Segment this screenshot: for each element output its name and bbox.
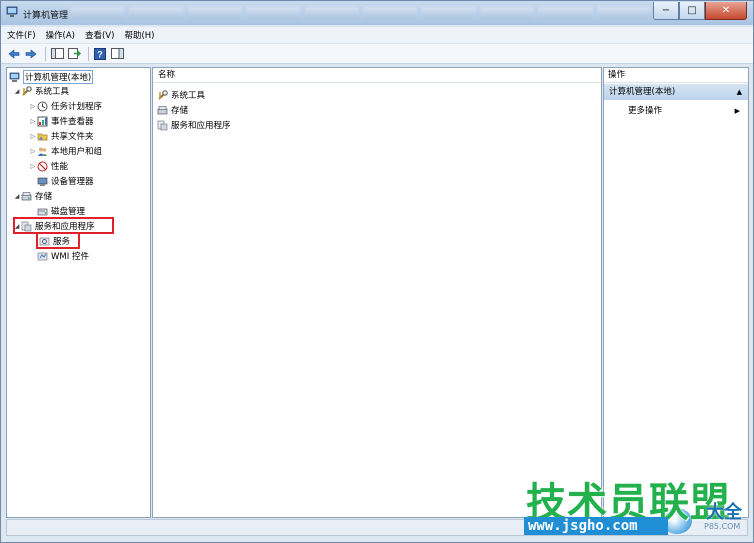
computer-management-app-icon	[6, 6, 18, 17]
shared-folder-icon	[37, 133, 48, 140]
users-icon	[38, 147, 47, 156]
back-arrow-icon[interactable]	[7, 47, 21, 61]
tree-item-label: 服务	[53, 237, 71, 247]
list-item-label: 存储	[171, 106, 189, 116]
forward-arrow-icon[interactable]	[24, 47, 38, 61]
expanded-arrow-icon[interactable]: ◢	[13, 193, 21, 200]
tree-item-label: 性能	[51, 162, 69, 172]
tree-item-label: WMI 控件	[51, 252, 89, 262]
tree-item-label: 任务计划程序	[51, 102, 103, 112]
event-viewer-icon	[37, 116, 48, 126]
window-title: 计算机管理	[23, 11, 69, 21]
list-item-label: 系统工具	[171, 91, 206, 101]
list-item-label: 服务和应用程序	[171, 121, 231, 131]
collapse-up-icon[interactable]: ▲	[737, 84, 742, 100]
tree-item-system-tools[interactable]: ◢ 系统工具	[13, 84, 69, 98]
show-hide-tree-icon[interactable]	[50, 47, 64, 61]
tree-item-label: 设备管理器	[51, 177, 94, 187]
performance-icon	[37, 161, 48, 171]
help-icon[interactable]: ?	[93, 47, 107, 61]
list-item[interactable]: 存储	[157, 103, 188, 117]
tree-item-root[interactable]: 计算机管理(本地)	[9, 70, 94, 84]
services-icon	[39, 237, 50, 245]
collapsed-arrow-icon[interactable]: ▷	[29, 103, 37, 110]
actions-section-label: 计算机管理(本地)	[609, 87, 676, 97]
more-actions-item[interactable]: 更多操作 ▶	[628, 104, 748, 118]
tree-item-label: 共享文件夹	[51, 132, 94, 142]
expanded-arrow-icon[interactable]: ◢	[13, 223, 21, 230]
tree-item-performance[interactable]: ▷ 性能	[29, 159, 68, 173]
tree-item-shared-folders[interactable]: ▷ 共享文件夹	[29, 129, 94, 143]
tree-item-label: 计算机管理(本地)	[23, 70, 94, 84]
svg-text:?: ?	[97, 49, 103, 59]
console-tree-pane[interactable]: 计算机管理(本地) ◢ 系统工具 ▷ 任务计划程序 ▷ 事件查看器 ▷ 共享文件…	[6, 67, 151, 518]
tree-item-local-users[interactable]: ▷ 本地用户和组	[29, 144, 102, 158]
wmi-icon	[37, 252, 48, 260]
tree-item-device-manager[interactable]: 设备管理器	[37, 174, 94, 188]
tree-item-label: 服务和应用程序	[35, 222, 95, 232]
maximize-button[interactable]: □	[679, 2, 705, 20]
actions-pane: 操作 计算机管理(本地) ▲ 更多操作 ▶	[603, 67, 749, 518]
toolbar-separator	[45, 46, 46, 61]
tree-item-event-viewer[interactable]: ▷ 事件查看器	[29, 114, 94, 128]
tree-item-label: 系统工具	[35, 87, 70, 97]
collapsed-arrow-icon[interactable]: ▷	[29, 118, 37, 125]
collapsed-arrow-icon[interactable]: ▷	[29, 133, 37, 140]
tree-item-services[interactable]: 服务	[39, 234, 70, 248]
clock-icon	[37, 101, 48, 111]
storage-icon	[21, 191, 32, 200]
menu-file[interactable]: 文件(F)	[7, 29, 36, 41]
list-item[interactable]: 系统工具	[157, 88, 205, 102]
toolbar: ?	[1, 44, 753, 64]
menu-action[interactable]: 操作(A)	[46, 29, 75, 41]
tree-item-label: 存储	[35, 192, 53, 202]
minimize-button[interactable]: −	[653, 2, 679, 20]
tools-icon	[158, 89, 168, 100]
blurred-taskbar-overlay	[71, 6, 652, 20]
collapsed-arrow-icon[interactable]: ▷	[29, 148, 37, 155]
tree-item-label: 磁盘管理	[51, 207, 86, 217]
actions-header: 操作	[604, 68, 748, 83]
computer-icon	[9, 72, 20, 82]
tools-icon	[22, 85, 32, 96]
storage-icon	[157, 105, 168, 114]
computer-management-window: 计算机管理 − □ ✕ 文件(F) 操作(A) 查看(V) 帮助(H) ? 计算…	[0, 0, 754, 543]
status-bar	[6, 519, 748, 536]
tree-item-storage[interactable]: ◢ 存储	[13, 189, 52, 203]
export-list-icon[interactable]	[67, 47, 81, 61]
menu-bar: 文件(F) 操作(A) 查看(V) 帮助(H)	[1, 27, 753, 43]
actions-section-computer-management[interactable]: 计算机管理(本地) ▲	[604, 84, 748, 100]
services-apps-icon	[21, 221, 32, 231]
tree-item-label: 事件查看器	[51, 117, 94, 127]
expanded-arrow-icon[interactable]: ◢	[13, 88, 21, 95]
list-item[interactable]: 服务和应用程序	[157, 118, 231, 132]
show-hide-action-pane-icon[interactable]	[110, 47, 124, 61]
menu-help[interactable]: 帮助(H)	[124, 29, 154, 41]
tree-item-services-and-apps[interactable]: ◢ 服务和应用程序	[13, 219, 95, 233]
results-list-pane[interactable]: 名称 系统工具 存储 服务和应用程序	[152, 67, 602, 518]
more-actions-label: 更多操作	[628, 106, 663, 116]
tree-item-disk-management[interactable]: 磁盘管理	[37, 204, 85, 218]
tree-item-task-scheduler[interactable]: ▷ 任务计划程序	[29, 99, 102, 113]
disk-icon	[37, 208, 48, 215]
toolbar-separator	[88, 46, 89, 61]
tree-item-label: 本地用户和组	[51, 147, 103, 157]
column-header-name[interactable]: 名称	[153, 68, 601, 83]
window-controls: − □ ✕	[653, 2, 747, 20]
device-manager-icon	[37, 177, 48, 186]
collapsed-arrow-icon[interactable]: ▷	[29, 163, 37, 170]
menu-view[interactable]: 查看(V)	[85, 29, 114, 41]
chevron-right-icon: ▶	[734, 107, 740, 115]
tree-item-wmi-control[interactable]: WMI 控件	[37, 249, 89, 263]
services-apps-icon	[157, 120, 168, 130]
close-button[interactable]: ✕	[705, 2, 747, 20]
title-bar[interactable]: 计算机管理 − □ ✕	[1, 1, 753, 25]
